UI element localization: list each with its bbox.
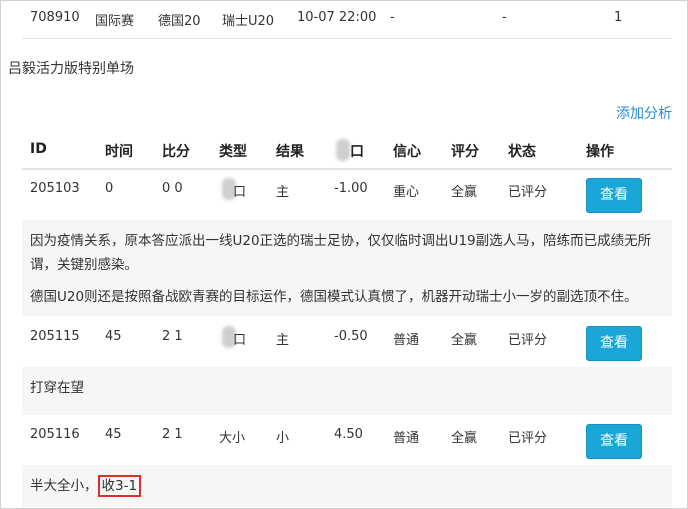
row-result: 小 <box>276 431 290 446</box>
row-value: -1.00 <box>334 181 368 196</box>
view-button[interactable]: 查看 <box>586 178 642 213</box>
note-panel <box>22 367 672 415</box>
row-confidence: 普通 <box>393 333 420 348</box>
top-match-row: 708910 国际赛 德国20 瑞士U20 10-07 22:00 - - 1 <box>0 0 688 38</box>
row-result: 主 <box>276 185 290 200</box>
header-odds-partial: 口 <box>350 144 364 160</box>
row-value: -0.50 <box>334 329 368 344</box>
top-row-league: 国际赛 <box>95 14 135 29</box>
top-row-away: 瑞士U20 <box>222 14 275 29</box>
note-line: 因为疫情关系，原本答应派出一线U20正选的瑞士足协，仅仅临时调出U19副选人马，… <box>30 233 652 249</box>
note-line: 德国U20则还是按照备战欧青赛的目标运作，德国模式认真惯了，机器开动瑞士小一岁的… <box>30 289 638 305</box>
row-note: 半大全小， 收3-1 <box>30 474 142 498</box>
header-action: 操作 <box>586 144 614 160</box>
header-divider <box>22 168 672 170</box>
row-score: 2 1 <box>162 427 183 442</box>
row-status: 已评分 <box>508 431 548 446</box>
row-type-partial: 口 <box>233 185 247 200</box>
row-time: 45 <box>105 427 122 442</box>
top-row-time: 10-07 22:00 <box>297 10 377 25</box>
row-confidence: 普通 <box>393 431 420 446</box>
row-note: 因为疫情关系，原本答应派出一线U20正选的瑞士足协，仅仅临时调出U19副选人马，… <box>30 229 670 309</box>
row-id: 205115 <box>30 329 80 344</box>
top-row-col-c: 1 <box>614 10 623 25</box>
header-score: 比分 <box>162 144 190 160</box>
row-type-partial: 口 <box>233 333 247 348</box>
header-confidence: 信心 <box>393 144 421 160</box>
top-divider <box>22 38 672 39</box>
header-time: 时间 <box>105 144 133 160</box>
header-rating: 评分 <box>451 144 479 160</box>
row-time: 0 <box>105 181 114 196</box>
add-analysis-link[interactable]: 添加分析 <box>616 103 672 123</box>
top-row-col-b: - <box>502 10 507 25</box>
row-rating: 全赢 <box>451 185 478 200</box>
row-rating: 全赢 <box>451 333 478 348</box>
highlighted-prediction: 收3-1 <box>97 475 142 497</box>
row-time: 45 <box>105 329 122 344</box>
row-result: 主 <box>276 333 290 348</box>
row-score: 2 1 <box>162 329 183 344</box>
row-type: 大小 <box>219 431 246 446</box>
section-title: 吕毅活力版特别单场 <box>8 61 134 77</box>
header-status: 状态 <box>508 144 536 160</box>
view-button[interactable]: 查看 <box>586 424 642 459</box>
row-id: 205116 <box>30 427 80 442</box>
row-value: 4.50 <box>334 427 363 442</box>
blurred-header-char <box>336 139 350 161</box>
row-score: 0 0 <box>162 181 183 196</box>
note-line: 谓，关键别感染。 <box>30 257 138 273</box>
row-note: 打穿在望 <box>30 380 84 396</box>
header-id: ID <box>30 141 47 157</box>
view-button[interactable]: 查看 <box>586 326 642 361</box>
note-prefix: 半大全小， <box>30 478 98 494</box>
top-row-id: 708910 <box>30 10 80 25</box>
row-status: 已评分 <box>508 185 548 200</box>
row-id: 205103 <box>30 181 80 196</box>
top-row-col-a: - <box>390 10 395 25</box>
top-row-home: 德国20 <box>158 14 201 29</box>
row-rating: 全赢 <box>451 431 478 446</box>
row-confidence: 重心 <box>393 185 420 200</box>
header-type: 类型 <box>219 144 247 160</box>
row-status: 已评分 <box>508 333 548 348</box>
header-result: 结果 <box>276 144 304 160</box>
